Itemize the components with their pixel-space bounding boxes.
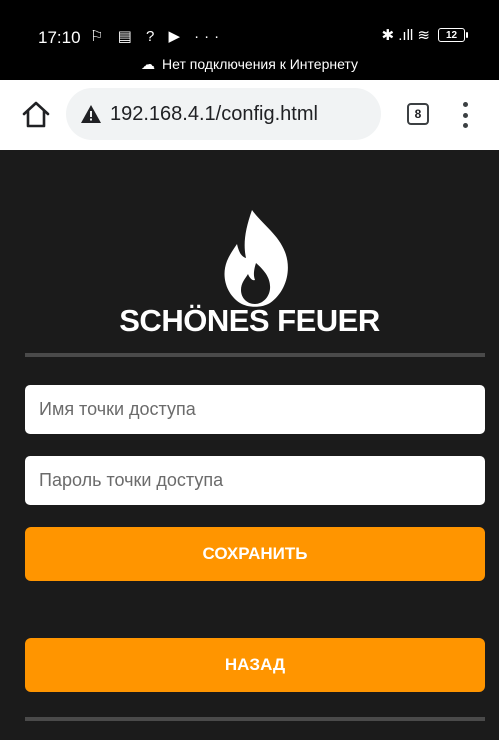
ssid-input[interactable] [25, 385, 485, 434]
network-notice-text: Нет подключения к Интернету [162, 56, 358, 72]
browser-toolbar: 192.168.4.1/config.html 8 [0, 80, 499, 150]
address-bar[interactable]: 192.168.4.1/config.html [66, 88, 381, 140]
status-bar: 17:10 ⚐ ▤ ? ▶ ··· ✱ .ıll ≋ 12 ☁ Нет подкл… [0, 0, 499, 80]
battery-icon: 12 [438, 28, 468, 42]
system-icons: ✱ .ıll ≋ 12 [381, 26, 468, 44]
tab-switcher-button[interactable]: 8 [407, 103, 429, 125]
home-button[interactable] [20, 98, 52, 130]
flame-logo-icon [224, 210, 288, 307]
password-input[interactable] [25, 456, 485, 505]
home-icon [22, 101, 50, 128]
config-page: SCHÖNES FEUER СОХРАНИТЬ НАЗАД [0, 150, 499, 740]
network-notice: ☁ Нет подключения к Интернету [0, 56, 499, 73]
not-secure-warning-icon [81, 105, 101, 123]
signal-wifi-icons: ✱ .ıll ≋ [381, 27, 430, 44]
brand-title: SCHÖNES FEUER [119, 303, 380, 338]
url-text: 192.168.4.1/config.html [110, 102, 318, 125]
divider [25, 717, 485, 721]
back-button[interactable]: НАЗАД [25, 638, 485, 692]
notification-icons: ⚐ ▤ ? ▶ ··· [90, 28, 225, 45]
menu-dot-icon [462, 112, 468, 118]
status-time: 17:10 [38, 28, 81, 47]
save-button[interactable]: СОХРАНИТЬ [25, 527, 485, 581]
more-menu-button[interactable] [460, 102, 470, 128]
menu-dot-icon [462, 102, 468, 107]
divider [25, 353, 485, 357]
menu-dot-icon [462, 123, 468, 128]
cloud-off-icon: ☁ [141, 56, 156, 72]
